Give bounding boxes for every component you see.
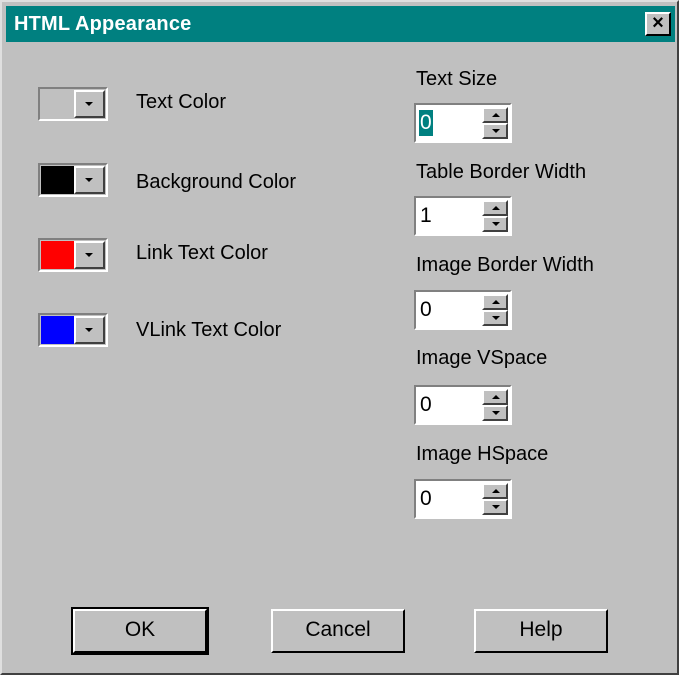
image-hspace-increment-button[interactable] — [482, 483, 508, 499]
chevron-down-icon — [492, 505, 500, 509]
link-text-color-dropdown-button[interactable] — [74, 241, 105, 269]
chevron-down-icon — [85, 178, 93, 182]
table-border-width-value[interactable]: 1 — [419, 203, 433, 229]
text-color-dropdown-button[interactable] — [74, 90, 105, 118]
vlink-text-color-swatch — [41, 316, 74, 344]
help-button[interactable]: Help — [474, 609, 608, 653]
chevron-up-icon — [492, 489, 500, 493]
text-size-decrement-button[interactable] — [482, 123, 508, 139]
link-text-color-row: Link Text Color — [38, 238, 438, 278]
image-border-width-spinner[interactable]: 0 — [414, 290, 512, 330]
text-color-swatch — [41, 90, 74, 118]
chevron-down-icon — [85, 253, 93, 257]
chevron-down-icon — [492, 411, 500, 415]
image-hspace-spin-buttons — [482, 483, 508, 515]
link-text-color-picker[interactable] — [38, 238, 108, 272]
vlink-text-color-picker[interactable] — [38, 313, 108, 347]
dialog-title: HTML Appearance — [14, 13, 192, 35]
text-size-value[interactable]: 0 — [419, 110, 433, 136]
chevron-down-icon — [492, 222, 500, 226]
image-border-width-spin-buttons — [482, 294, 508, 326]
vlink-text-color-dropdown-button[interactable] — [74, 316, 105, 344]
chevron-down-icon — [492, 316, 500, 320]
image-border-width-increment-button[interactable] — [482, 294, 508, 310]
background-color-row: Background Color — [38, 163, 438, 203]
image-vspace-increment-button[interactable] — [482, 389, 508, 405]
text-color-picker[interactable] — [38, 87, 108, 121]
image-vspace-decrement-button[interactable] — [482, 405, 508, 421]
close-icon: × — [652, 12, 664, 34]
image-border-width-label: Image Border Width — [416, 254, 594, 276]
chevron-down-icon — [85, 102, 93, 106]
link-text-color-swatch — [41, 241, 74, 269]
vlink-text-color-row: VLink Text Color — [38, 313, 438, 353]
image-border-width-decrement-button[interactable] — [482, 310, 508, 326]
image-hspace-label: Image HSpace — [416, 443, 549, 465]
chevron-down-icon — [492, 129, 500, 133]
image-vspace-label: Image VSpace — [416, 347, 548, 369]
html-appearance-dialog: HTML Appearance × Text Color Background … — [0, 0, 679, 675]
image-hspace-spinner[interactable]: 0 — [414, 479, 512, 519]
image-vspace-spin-buttons — [482, 389, 508, 421]
chevron-up-icon — [492, 300, 500, 304]
ok-button[interactable]: OK — [71, 607, 209, 655]
image-vspace-value[interactable]: 0 — [419, 392, 433, 418]
background-color-dropdown-button[interactable] — [74, 166, 105, 194]
link-text-color-label: Link Text Color — [136, 242, 268, 264]
image-vspace-spinner[interactable]: 0 — [414, 385, 512, 425]
chevron-up-icon — [492, 206, 500, 210]
background-color-picker[interactable] — [38, 163, 108, 197]
text-color-label: Text Color — [136, 91, 227, 113]
chevron-up-icon — [492, 395, 500, 399]
background-color-swatch — [41, 166, 74, 194]
title-bar[interactable]: HTML Appearance × — [6, 6, 675, 42]
text-size-spinner[interactable]: 0 — [414, 103, 512, 143]
image-border-width-value[interactable]: 0 — [419, 297, 433, 323]
table-border-width-spinner[interactable]: 1 — [414, 196, 512, 236]
image-hspace-value[interactable]: 0 — [419, 486, 433, 512]
table-border-width-spin-buttons — [482, 200, 508, 232]
chevron-down-icon — [85, 328, 93, 332]
close-button[interactable]: × — [645, 12, 671, 36]
background-color-label: Background Color — [136, 171, 297, 193]
table-border-width-increment-button[interactable] — [482, 200, 508, 216]
table-border-width-decrement-button[interactable] — [482, 216, 508, 232]
image-hspace-decrement-button[interactable] — [482, 499, 508, 515]
text-size-label: Text Size — [416, 68, 498, 90]
chevron-up-icon — [492, 113, 500, 117]
vlink-text-color-label: VLink Text Color — [136, 319, 282, 341]
cancel-button[interactable]: Cancel — [271, 609, 405, 653]
text-color-row: Text Color — [38, 87, 438, 127]
text-size-increment-button[interactable] — [482, 107, 508, 123]
text-size-spin-buttons — [482, 107, 508, 139]
table-border-width-label: Table Border Width — [416, 161, 587, 183]
